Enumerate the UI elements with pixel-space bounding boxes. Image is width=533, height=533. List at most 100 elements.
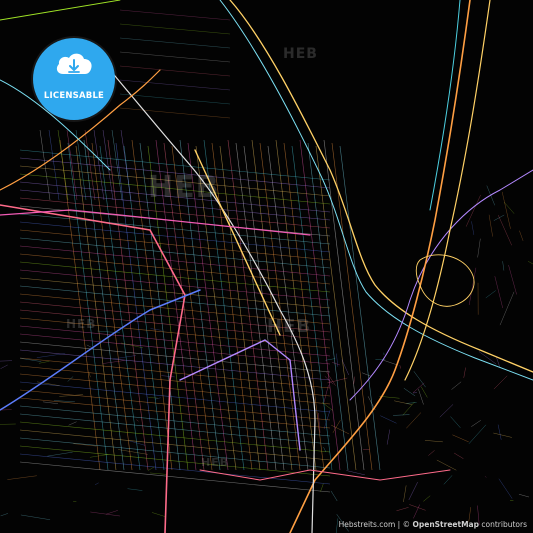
minor-street xyxy=(331,142,373,471)
watermark-heb: HEB xyxy=(201,456,230,469)
river-road-east xyxy=(349,169,533,401)
minor-street xyxy=(499,291,515,326)
minor-street xyxy=(331,424,350,435)
minor-street xyxy=(19,277,331,309)
watermark-heb: HEB xyxy=(66,317,97,331)
minor-street xyxy=(57,129,69,201)
minor-street xyxy=(0,423,16,425)
minor-street xyxy=(19,285,331,317)
attribution-separator: | © xyxy=(395,520,413,529)
minor-street xyxy=(501,191,511,229)
minor-street xyxy=(423,495,431,502)
minor-street xyxy=(339,145,381,471)
minor-street xyxy=(503,201,515,214)
minor-street xyxy=(19,221,331,253)
minor-street xyxy=(19,421,331,453)
minor-street xyxy=(7,475,37,480)
minor-street xyxy=(102,360,125,364)
minor-street xyxy=(68,421,77,426)
minor-street xyxy=(119,37,231,49)
minor-street xyxy=(36,353,66,358)
minor-street xyxy=(19,373,331,405)
minor-street xyxy=(443,475,453,485)
minor-street xyxy=(119,23,231,35)
minor-street xyxy=(119,65,231,77)
minor-street xyxy=(463,367,466,378)
minor-street xyxy=(19,245,331,277)
minor-street xyxy=(19,381,331,413)
minor-street xyxy=(468,267,477,306)
minor-street xyxy=(127,488,143,491)
minor-street xyxy=(19,389,331,421)
minor-street xyxy=(413,504,420,519)
map-canvas: LICENSABLE HEB HEB HEB HEB HEB Hebstreit… xyxy=(0,0,533,533)
minor-street xyxy=(420,386,428,398)
minor-street xyxy=(0,513,9,517)
minor-street xyxy=(428,450,435,456)
minor-street xyxy=(493,375,508,390)
minor-street xyxy=(386,429,391,445)
minor-street xyxy=(382,359,397,366)
minor-street xyxy=(42,401,59,404)
minor-street xyxy=(477,238,481,258)
minor-street xyxy=(251,139,293,471)
minor-street xyxy=(106,510,118,515)
minor-street xyxy=(47,451,73,457)
minor-street xyxy=(413,371,426,388)
minor-street xyxy=(119,79,231,91)
minor-street xyxy=(412,382,425,393)
minor-street xyxy=(119,9,231,21)
minor-street xyxy=(380,415,397,424)
minor-street xyxy=(19,365,331,397)
attribution-osm-link[interactable]: OpenStreetMap xyxy=(412,520,479,529)
minor-street xyxy=(436,459,457,471)
licensable-badge[interactable]: LICENSABLE xyxy=(33,38,115,120)
minor-street xyxy=(59,139,101,471)
minor-street xyxy=(147,466,155,471)
minor-street xyxy=(518,493,530,498)
minor-street xyxy=(19,453,331,485)
minor-street xyxy=(396,507,409,512)
minor-street xyxy=(107,139,149,471)
minor-street xyxy=(20,514,51,520)
minor-street xyxy=(120,129,132,201)
minor-street xyxy=(136,419,139,422)
minor-street xyxy=(48,129,60,201)
minor-street xyxy=(0,364,8,369)
minor-street xyxy=(502,261,505,271)
minor-street xyxy=(19,237,331,269)
minor-street xyxy=(19,253,331,285)
minor-street xyxy=(403,485,407,503)
attribution-site: Hebstreits.com xyxy=(338,520,396,529)
minor-street xyxy=(291,145,333,471)
minor-street xyxy=(341,359,349,376)
minor-street xyxy=(353,376,356,385)
minor-street xyxy=(393,414,410,416)
minor-street xyxy=(0,360,12,362)
minor-street xyxy=(19,445,331,477)
minor-street xyxy=(439,404,454,418)
minor-street xyxy=(19,397,331,429)
minor-street xyxy=(325,358,336,361)
minor-street xyxy=(468,424,487,444)
minor-street xyxy=(148,397,158,399)
watermark-heb: HEB xyxy=(148,170,220,205)
minor-street xyxy=(111,129,123,201)
minor-street xyxy=(471,420,481,427)
minor-street xyxy=(494,276,503,309)
minor-street xyxy=(399,365,401,369)
minor-street xyxy=(394,400,413,405)
minor-street xyxy=(498,478,513,499)
minor-street xyxy=(151,512,167,518)
badge-label: LICENSABLE xyxy=(43,91,105,101)
minor-street xyxy=(323,139,365,471)
minor-street xyxy=(488,214,493,237)
minor-street xyxy=(259,142,301,471)
minor-street xyxy=(493,432,512,438)
watermark-heb: HEB xyxy=(267,316,312,337)
minor-street xyxy=(408,481,418,501)
cloud-download-icon xyxy=(56,53,92,74)
minor-street xyxy=(424,440,443,443)
minor-street xyxy=(320,483,324,492)
minor-street xyxy=(453,452,464,459)
